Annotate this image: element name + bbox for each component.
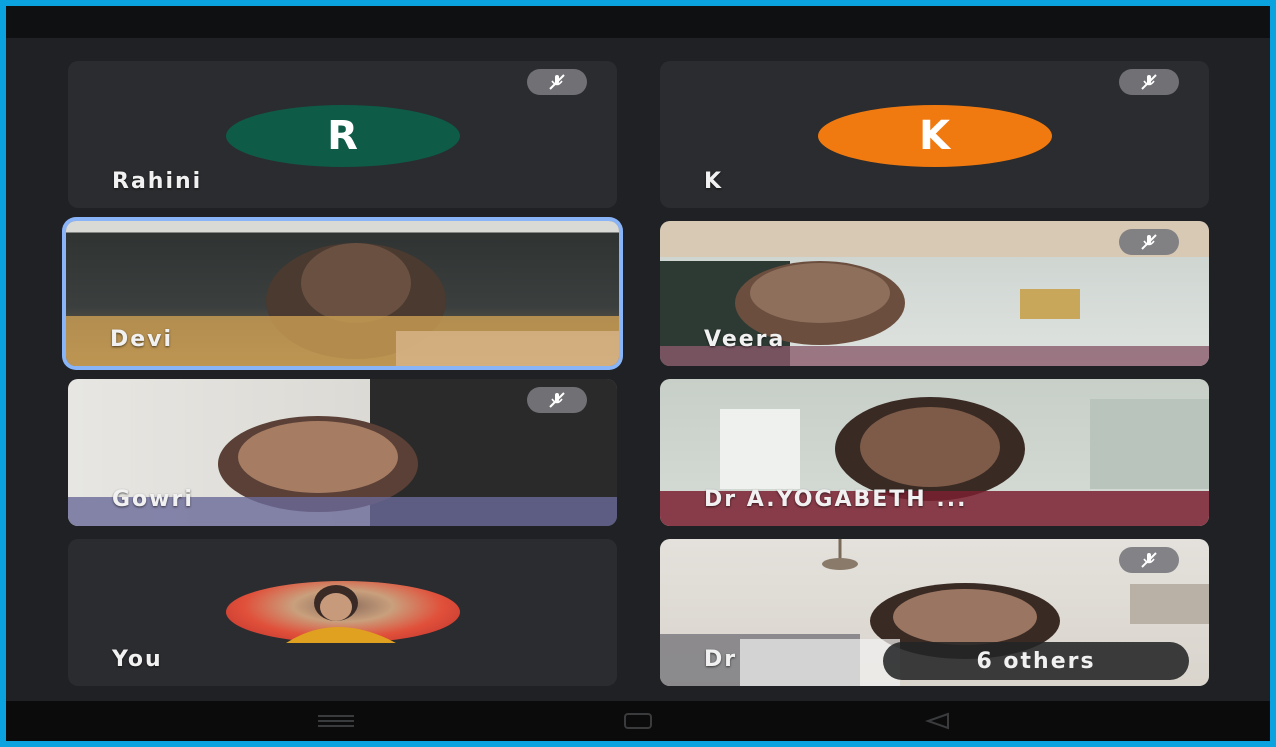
participant-name: Devi	[110, 327, 174, 352]
avatar-initial: K	[919, 113, 950, 159]
participant-name: K	[704, 169, 724, 194]
mic-off-icon	[1119, 69, 1179, 95]
mic-off-icon	[527, 69, 587, 95]
status-bar	[6, 6, 1270, 38]
avatar: R	[225, 105, 460, 167]
participant-name: Dr A.YOGABETH ...	[704, 487, 968, 512]
mic-off-icon	[527, 387, 587, 413]
participant-tile-devi[interactable]: Devi	[66, 221, 619, 366]
meeting-screen: R Rahini K K Devi Veera Gowri Dr A.YOGAB…	[6, 6, 1270, 741]
participant-name: Veera	[704, 327, 786, 352]
participant-tile-dr-a-yogabeth[interactable]: Dr A.YOGABETH ...	[660, 379, 1209, 526]
mic-off-icon	[1119, 229, 1179, 255]
mic-off-icon	[1119, 547, 1179, 573]
avatar-initial: R	[327, 113, 358, 159]
participant-name: Gowri	[112, 487, 194, 512]
back-triangle-icon[interactable]	[908, 709, 968, 733]
participant-name: Dr	[704, 647, 738, 672]
avatar: K	[817, 105, 1052, 167]
participant-tile-k[interactable]: K K	[660, 61, 1209, 208]
participant-tile-rahini[interactable]: R Rahini	[68, 61, 617, 208]
system-nav-bar	[6, 701, 1270, 741]
participant-name: You	[112, 647, 163, 672]
participant-tile-veera[interactable]: Veera	[660, 221, 1209, 366]
profile-photo	[285, 585, 396, 643]
menu-icon[interactable]	[306, 709, 366, 733]
participant-tile-dr[interactable]: Dr 6 others	[660, 539, 1209, 686]
avatar	[225, 581, 460, 643]
participant-tile-gowri[interactable]: Gowri	[68, 379, 617, 526]
home-square-icon[interactable]	[608, 709, 668, 733]
participant-tile-you[interactable]: You	[68, 539, 617, 686]
others-chip[interactable]: 6 others	[883, 642, 1189, 680]
participant-name: Rahini	[112, 169, 203, 194]
